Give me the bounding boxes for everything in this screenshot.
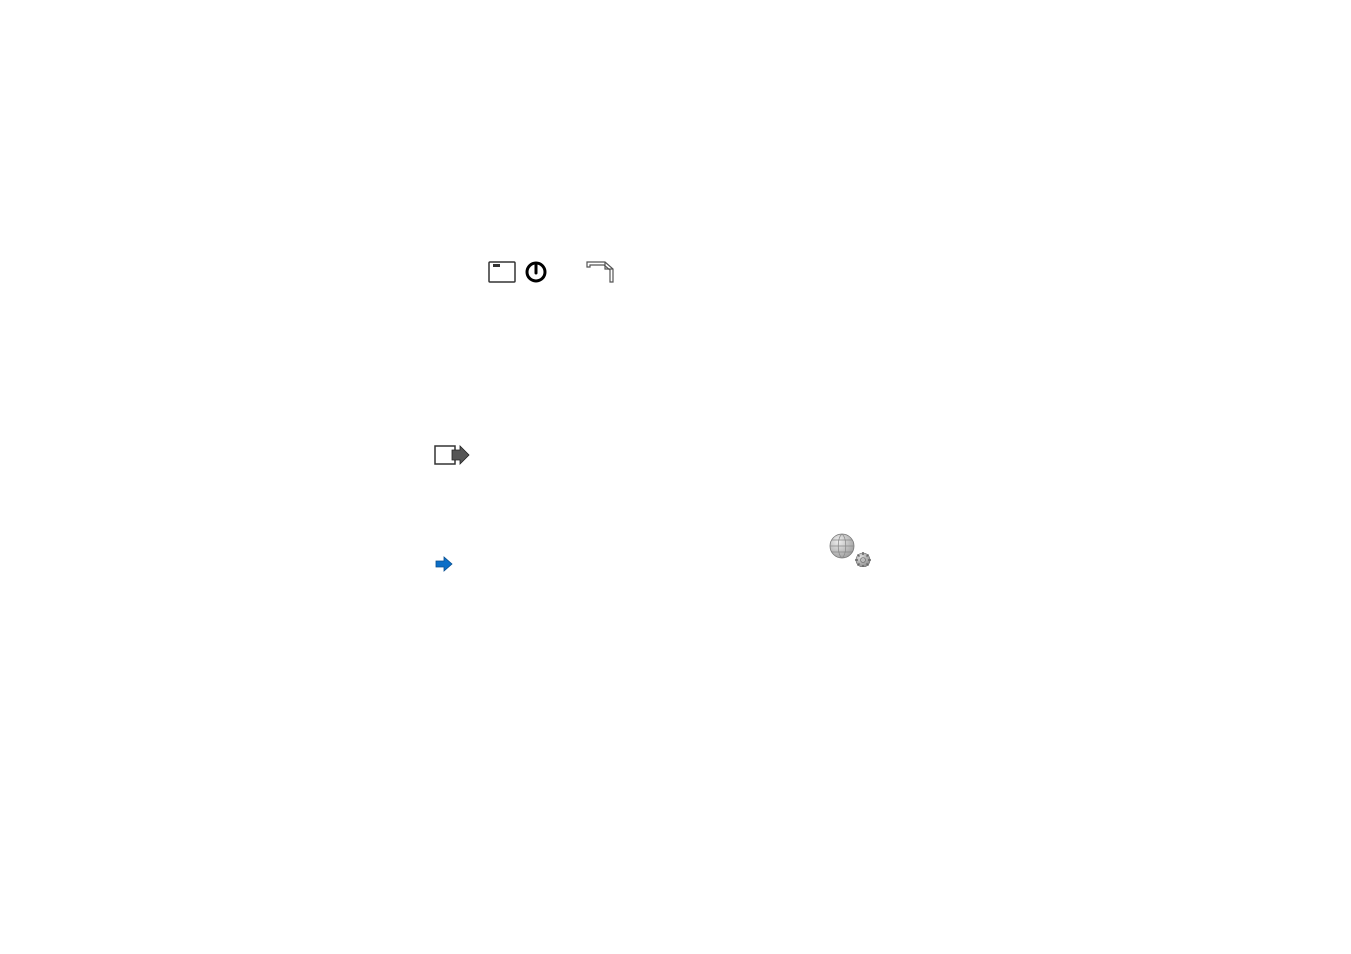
globe-settings-icon [828, 533, 872, 567]
power-icon [524, 260, 548, 284]
memory-card-icon [488, 261, 516, 283]
top-icon-row [488, 260, 614, 284]
eject-arrow-icon [434, 443, 470, 467]
page-fold-icon [586, 261, 614, 283]
arrow-right-icon [434, 555, 454, 573]
